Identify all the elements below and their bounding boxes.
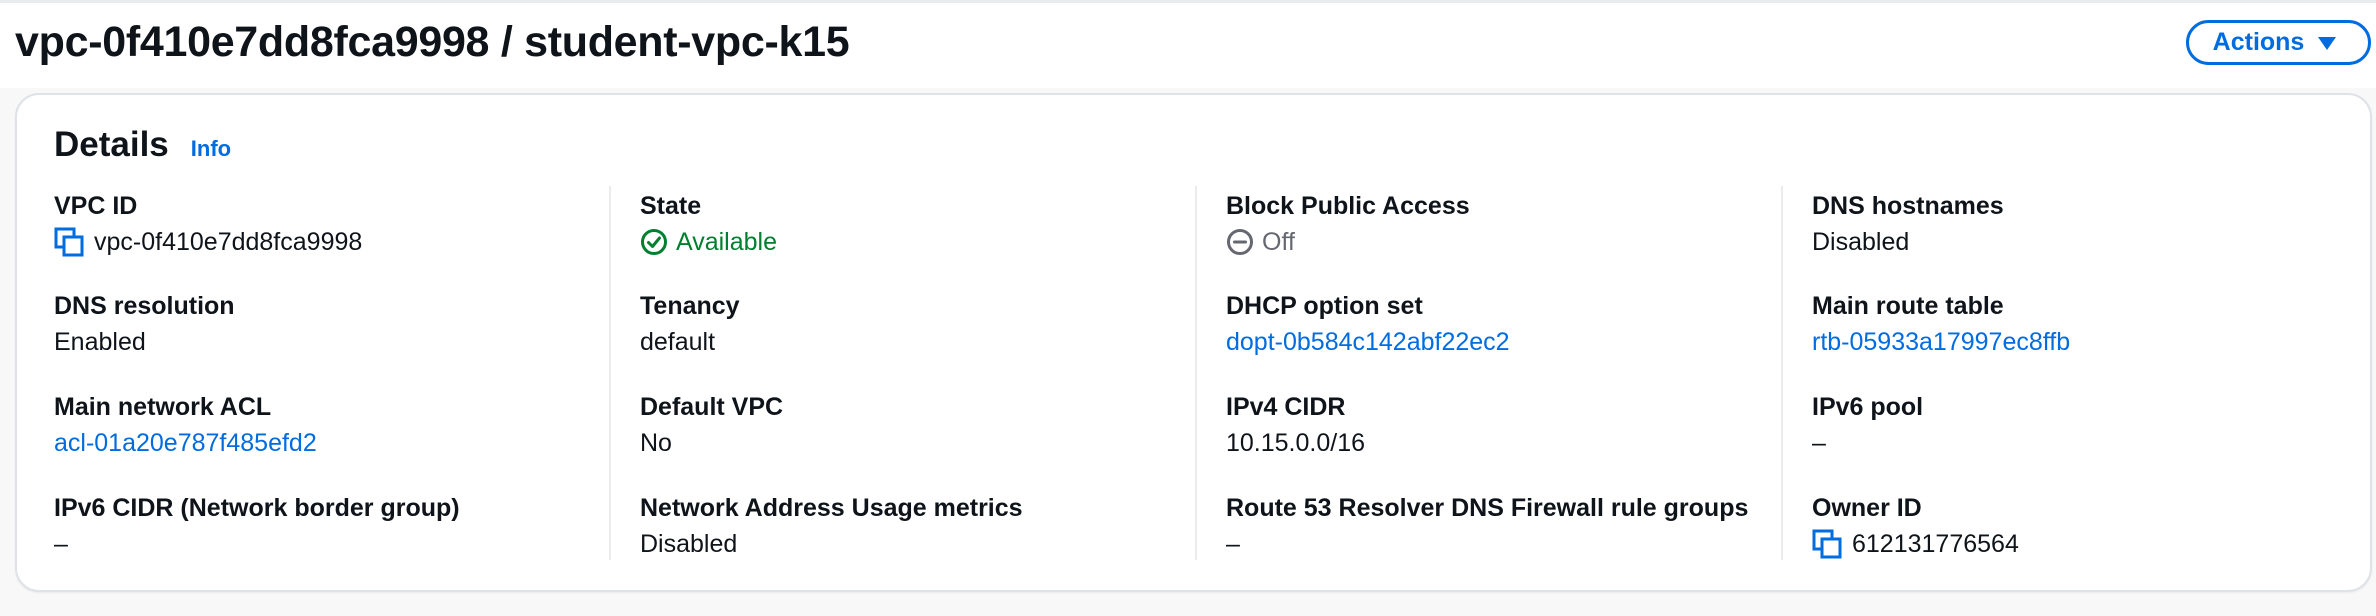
- details-container: Details Info VPC ID vpc-0f410e7dd8fca999…: [15, 93, 2372, 592]
- field-label: Default VPC: [640, 393, 784, 421]
- details-heading: Details Info: [54, 123, 231, 167]
- network-address-usage-metrics-value: Disabled: [640, 530, 738, 558]
- main-route-table-link[interactable]: rtb-05933a17997ec8ffb: [1812, 327, 2372, 357]
- owner-id-value: 612131776564: [1852, 530, 2019, 558]
- field-label: Tenancy: [640, 292, 740, 320]
- block-public-access-text: Off: [1262, 228, 1295, 256]
- page-header: vpc-0f410e7dd8fca9998 / student-vpc-k15 …: [0, 0, 2376, 88]
- field-default-vpc: Default VPC No: [640, 392, 1200, 458]
- field-label: Main network ACL: [54, 393, 272, 421]
- field-vpc-id: VPC ID vpc-0f410e7dd8fca9998: [54, 191, 614, 257]
- info-link[interactable]: Info: [191, 136, 231, 162]
- caret-down-icon: [2318, 37, 2337, 50]
- field-label: IPv6 pool: [1812, 393, 1924, 421]
- main-network-acl-link[interactable]: acl-01a20e787f485efd2: [54, 428, 614, 458]
- status-stopped-icon: [1226, 228, 1254, 256]
- details-title: Details: [54, 125, 169, 164]
- field-label: DNS resolution: [54, 292, 235, 320]
- field-label: Network Address Usage metrics: [640, 494, 1023, 522]
- field-ipv6-pool: IPv6 pool –: [1812, 392, 2372, 458]
- vpc-details-page: vpc-0f410e7dd8fca9998 / student-vpc-k15 …: [0, 0, 2376, 616]
- field-main-network-acl: Main network ACL acl-01a20e787f485efd2: [54, 392, 614, 458]
- actions-button[interactable]: Actions: [2186, 20, 2371, 65]
- top-divider: [0, 0, 2376, 3]
- field-state: State Available: [640, 191, 1200, 257]
- vpc-id-value: vpc-0f410e7dd8fca9998: [94, 228, 363, 256]
- field-label: VPC ID: [54, 192, 138, 220]
- dhcp-option-set-link[interactable]: dopt-0b584c142abf22ec2: [1226, 327, 1786, 357]
- field-label: IPv6 CIDR (Network border group): [54, 494, 460, 522]
- ipv6-pool-value: –: [1812, 429, 1826, 457]
- field-value: 612131776564: [1812, 529, 2372, 559]
- field-label: DNS hostnames: [1812, 192, 2004, 220]
- field-label: Route 53 Resolver DNS Firewall rule grou…: [1226, 494, 1749, 522]
- field-main-route-table: Main route table rtb-05933a17997ec8ffb: [1812, 291, 2372, 357]
- field-label: DHCP option set: [1226, 292, 1423, 320]
- tenancy-value: default: [640, 328, 716, 356]
- field-label: Block Public Access: [1226, 192, 1470, 220]
- field-label: IPv4 CIDR: [1226, 393, 1346, 421]
- status-positive-icon: [640, 228, 668, 256]
- field-label: Main route table: [1812, 292, 2004, 320]
- field-ipv4-cidr: IPv4 CIDR 10.15.0.0/16: [1226, 392, 1786, 458]
- field-network-address-usage-metrics: Network Address Usage metrics Disabled: [640, 493, 1200, 559]
- default-vpc-value: No: [640, 429, 672, 457]
- field-dns-hostnames: DNS hostnames Disabled: [1812, 191, 2372, 257]
- field-block-public-access: Block Public Access Off: [1226, 191, 1786, 257]
- field-owner-id: Owner ID 612131776564: [1812, 493, 2372, 559]
- state-value: Available: [640, 227, 1200, 257]
- field-label: State: [640, 192, 702, 220]
- field-tenancy: Tenancy default: [640, 291, 1200, 357]
- field-dns-resolution: DNS resolution Enabled: [54, 291, 614, 357]
- field-label: Owner ID: [1812, 494, 1922, 522]
- field-route53-resolver: Route 53 Resolver DNS Firewall rule grou…: [1226, 493, 1786, 559]
- block-public-access-value: Off: [1226, 227, 1786, 257]
- page-title: vpc-0f410e7dd8fca9998 / student-vpc-k15: [15, 18, 850, 66]
- copy-icon[interactable]: [1812, 529, 1842, 559]
- ipv4-cidr-value: 10.15.0.0/16: [1226, 429, 1366, 457]
- dns-hostnames-value: Disabled: [1812, 228, 1910, 256]
- ipv6-cidr-value: –: [54, 530, 68, 558]
- dns-resolution-value: Enabled: [54, 328, 146, 356]
- field-value: vpc-0f410e7dd8fca9998: [54, 227, 614, 257]
- field-ipv6-cidr: IPv6 CIDR (Network border group) –: [54, 493, 614, 559]
- route53-resolver-value: –: [1226, 530, 1240, 558]
- copy-icon[interactable]: [54, 227, 84, 257]
- state-text: Available: [676, 228, 778, 256]
- field-dhcp-option-set: DHCP option set dopt-0b584c142abf22ec2: [1226, 291, 1786, 357]
- actions-button-label: Actions: [2212, 28, 2305, 56]
